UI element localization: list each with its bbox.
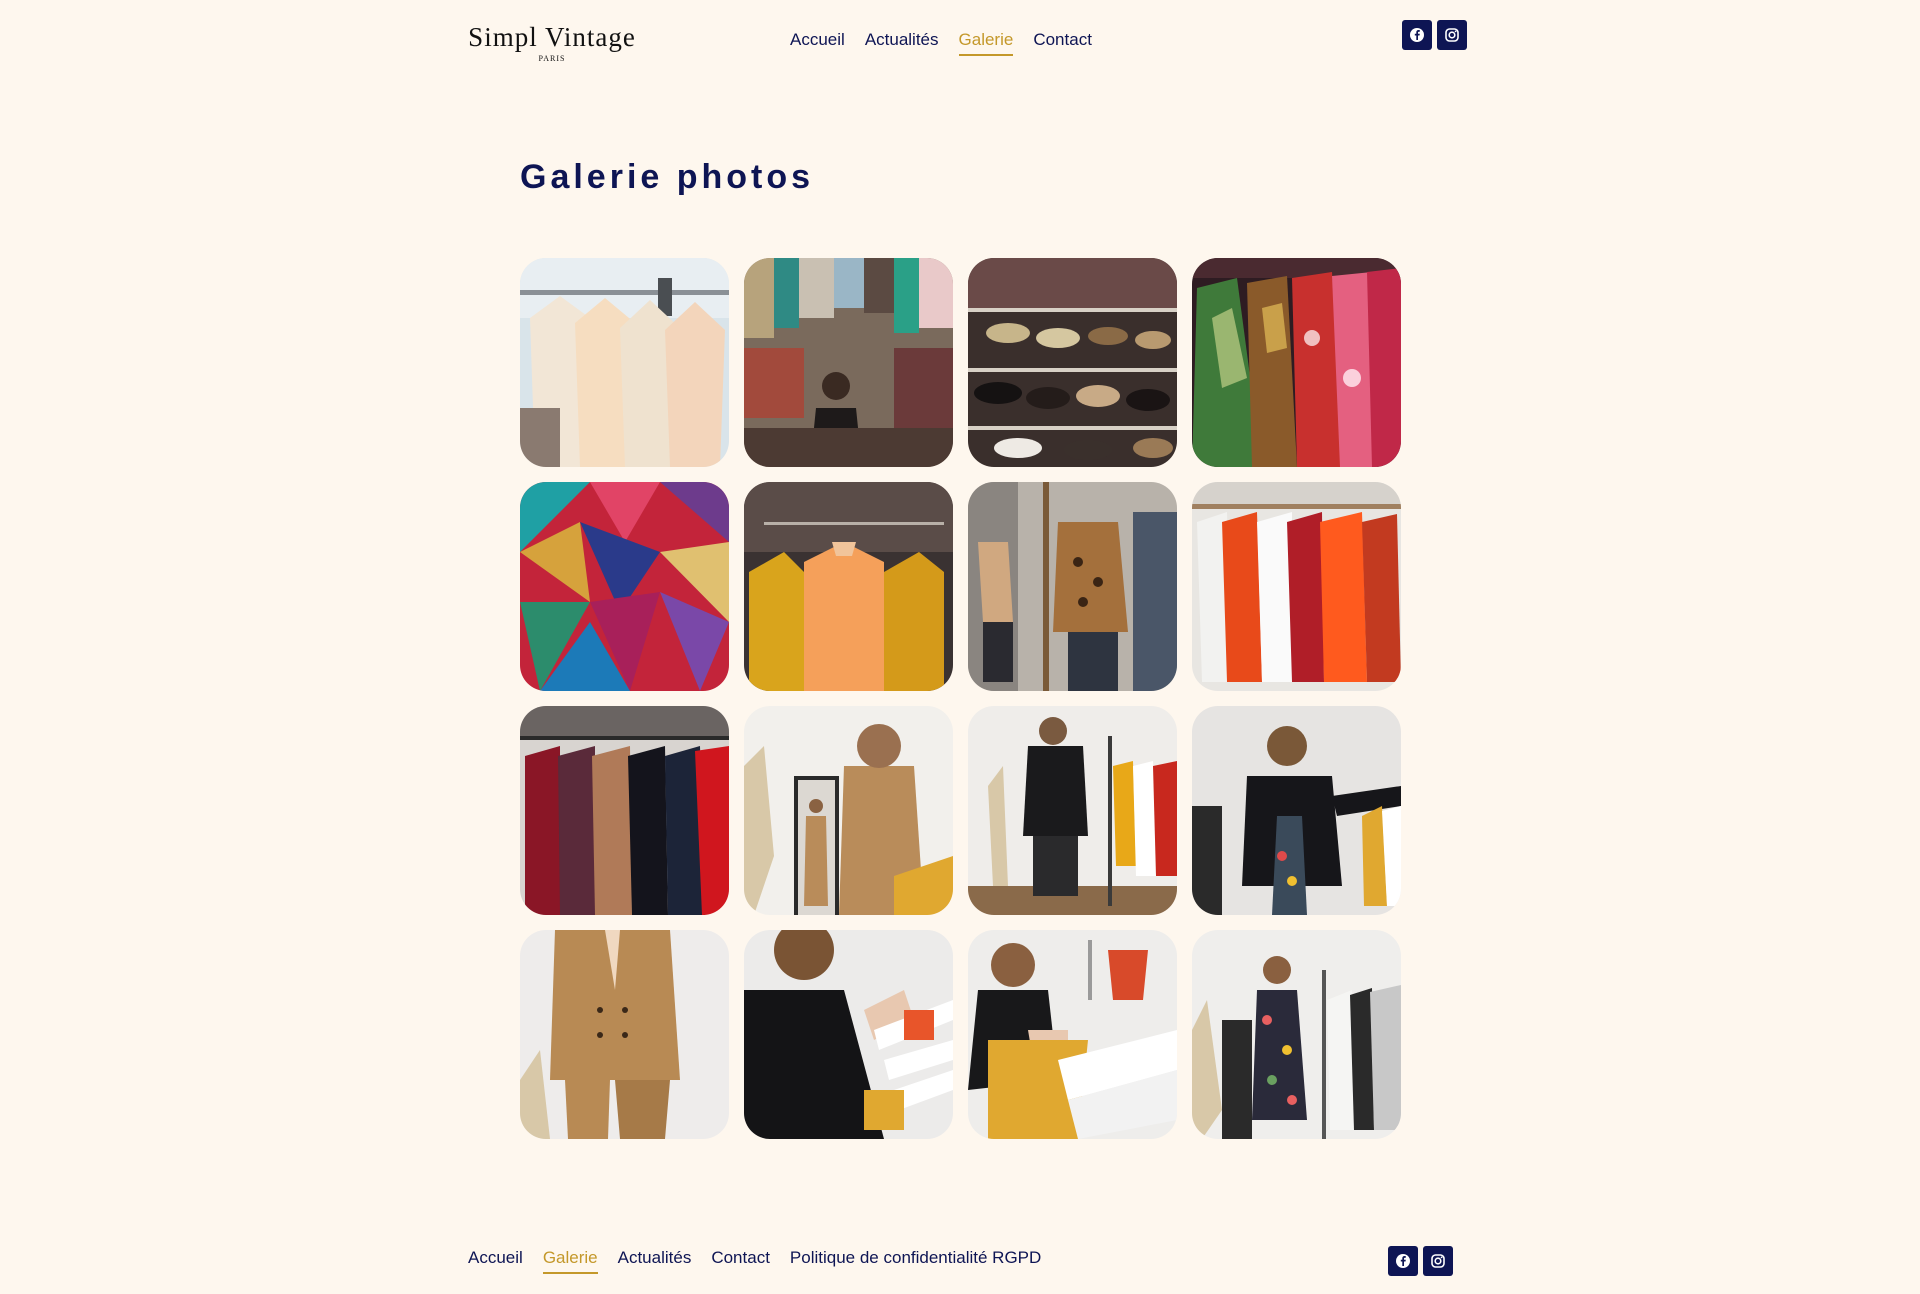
woman-adjusting-black-blazer-photo	[1192, 706, 1401, 915]
footer-link-accueil[interactable]: Accueil	[468, 1248, 523, 1274]
site-header: Simpl Vintage PARIS Accueil Actualités G…	[0, 0, 1920, 90]
colorful-printed-shirts-photo	[1192, 258, 1401, 467]
rack-of-light-blouses-photo	[520, 258, 729, 467]
gallery-photo[interactable]	[1192, 706, 1401, 915]
footer-link-galerie[interactable]: Galerie	[542, 1248, 598, 1274]
photo-gallery	[520, 258, 1401, 1139]
nav-item-contact[interactable]: Contact	[1033, 30, 1092, 56]
shoe-shelves-photo	[968, 258, 1177, 467]
woman-in-camel-suit-mirror-photo	[744, 706, 953, 915]
gallery-photo[interactable]	[968, 258, 1177, 467]
brand-tagline: PARIS	[538, 54, 566, 63]
nav-item-actualites[interactable]: Actualités	[865, 30, 939, 56]
gallery-photo[interactable]	[744, 706, 953, 915]
gallery-photo[interactable]	[744, 930, 953, 1139]
footer-nav: Accueil Galerie Actualités Contact Polit…	[468, 1248, 1041, 1274]
camel-double-breasted-suit-photo	[520, 930, 729, 1139]
header-social-links	[1402, 20, 1467, 50]
instagram-icon[interactable]	[1423, 1246, 1453, 1276]
mustard-and-orange-tops-photo	[744, 482, 953, 691]
gallery-photo[interactable]	[1192, 258, 1401, 467]
nav-item-galerie[interactable]: Galerie	[958, 30, 1014, 56]
facebook-icon[interactable]	[1402, 20, 1432, 50]
gallery-photo[interactable]	[520, 930, 729, 1139]
vintage-shop-interior-photo	[744, 258, 953, 467]
brand-name: Simpl Vintage	[468, 22, 636, 52]
gallery-photo[interactable]	[1192, 930, 1401, 1139]
red-and-white-shirts-on-rail-photo	[1192, 482, 1401, 691]
woman-choosing-clothes-photo	[968, 930, 1177, 1139]
gallery-photo[interactable]	[968, 482, 1177, 691]
gallery-photo[interactable]	[520, 482, 729, 691]
footer-social-links	[1388, 1246, 1453, 1276]
mannequins-in-boutique-photo	[968, 482, 1177, 691]
nav-item-accueil[interactable]: Accueil	[790, 30, 845, 56]
footer-link-contact[interactable]: Contact	[711, 1248, 770, 1274]
facebook-icon[interactable]	[1388, 1246, 1418, 1276]
gallery-photo[interactable]	[1192, 482, 1401, 691]
instagram-icon[interactable]	[1437, 20, 1467, 50]
footer-link-rgpd[interactable]: Politique de confidentialité RGPD	[790, 1248, 1041, 1274]
main-nav: Accueil Actualités Galerie Contact	[790, 30, 1092, 56]
woman-browsing-hangers-photo	[744, 930, 953, 1139]
gallery-photo[interactable]	[744, 482, 953, 691]
winter-coats-on-rack-photo	[520, 706, 729, 915]
brand-logo[interactable]: Simpl Vintage PARIS	[464, 22, 640, 63]
page-title: Galerie photos	[520, 158, 815, 196]
gallery-photo[interactable]	[520, 706, 729, 915]
gallery-photo[interactable]	[520, 258, 729, 467]
patchwork-fabric-photo	[520, 482, 729, 691]
gallery-photo[interactable]	[968, 706, 1177, 915]
woman-trying-black-blazer-photo	[968, 706, 1177, 915]
footer-link-actualites[interactable]: Actualités	[618, 1248, 692, 1274]
gallery-photo[interactable]	[968, 930, 1177, 1139]
gallery-photo[interactable]	[744, 258, 953, 467]
woman-in-floral-dress-at-rack-photo	[1192, 930, 1401, 1139]
